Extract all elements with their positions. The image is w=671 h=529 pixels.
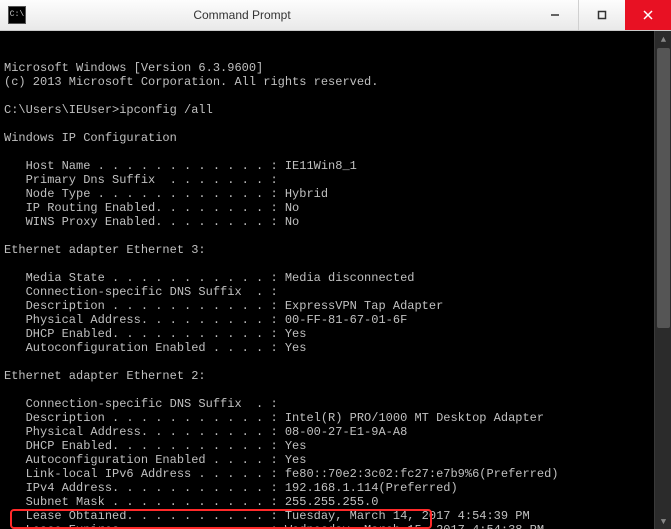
window-controls [532, 0, 671, 30]
titlebar[interactable]: C:\ Command Prompt [0, 0, 671, 31]
maximize-icon [597, 10, 607, 20]
section-header: Ethernet adapter Ethernet 3: [4, 243, 206, 257]
section-header: Ethernet adapter Ethernet 2: [4, 369, 206, 383]
command-text: ipconfig /all [119, 103, 213, 117]
prompt: C:\Users\IEUser> [4, 103, 119, 117]
close-button[interactable] [625, 0, 671, 30]
output-line: Node Type . . . . . . . . . . . . : Hybr… [4, 187, 328, 201]
output-line: Lease Expires . . . . . . . . . . : Wedn… [4, 523, 544, 529]
output-line: Autoconfiguration Enabled . . . . : Yes [4, 453, 306, 467]
output-line: Description . . . . . . . . . . . : Expr… [4, 299, 443, 313]
banner-line: Microsoft Windows [Version 6.3.9600] [4, 61, 263, 75]
output-line: Subnet Mask . . . . . . . . . . . : 255.… [4, 495, 378, 509]
output-line: Primary Dns Suffix . . . . . . . : [4, 173, 278, 187]
scrollbar-thumb[interactable] [657, 48, 670, 328]
output-line: DHCP Enabled. . . . . . . . . . . : Yes [4, 439, 306, 453]
scroll-up-arrow[interactable]: ▲ [655, 31, 671, 48]
minimize-button[interactable] [532, 0, 578, 30]
output-line: Connection-specific DNS Suffix . : [4, 397, 278, 411]
output-line: DHCP Enabled. . . . . . . . . . . : Yes [4, 327, 306, 341]
scroll-down-arrow[interactable]: ▼ [655, 513, 671, 529]
close-icon [643, 10, 653, 20]
maximize-button[interactable] [579, 0, 625, 30]
output-line: Physical Address. . . . . . . . . : 08-0… [4, 425, 407, 439]
section-header: Windows IP Configuration [4, 131, 177, 145]
output-line: IPv4 Address. . . . . . . . . . . : 192.… [4, 481, 458, 495]
output-line: Autoconfiguration Enabled . . . . : Yes [4, 341, 306, 355]
output-line: IP Routing Enabled. . . . . . . . : No [4, 201, 299, 215]
output-line: Link-local IPv6 Address . . . . . : fe80… [4, 467, 559, 481]
terminal[interactable]: Microsoft Windows [Version 6.3.9600] (c)… [0, 31, 671, 529]
output-line: Physical Address. . . . . . . . . : 00-F… [4, 313, 407, 327]
output-line: Host Name . . . . . . . . . . . . : IE11… [4, 159, 357, 173]
scrollbar[interactable]: ▲ ▼ [654, 31, 671, 529]
output-line: WINS Proxy Enabled. . . . . . . . : No [4, 215, 299, 229]
banner-line: (c) 2013 Microsoft Corporation. All righ… [4, 75, 378, 89]
output-line: Media State . . . . . . . . . . . : Medi… [4, 271, 414, 285]
minimize-icon [550, 10, 560, 20]
output-line: Description . . . . . . . . . . . : Inte… [4, 411, 544, 425]
window-title: Command Prompt [0, 8, 532, 22]
output-line: Connection-specific DNS Suffix . : [4, 285, 278, 299]
terminal-content: Microsoft Windows [Version 6.3.9600] (c)… [0, 59, 671, 529]
output-line: Lease Obtained. . . . . . . . . . : Tues… [4, 509, 530, 523]
